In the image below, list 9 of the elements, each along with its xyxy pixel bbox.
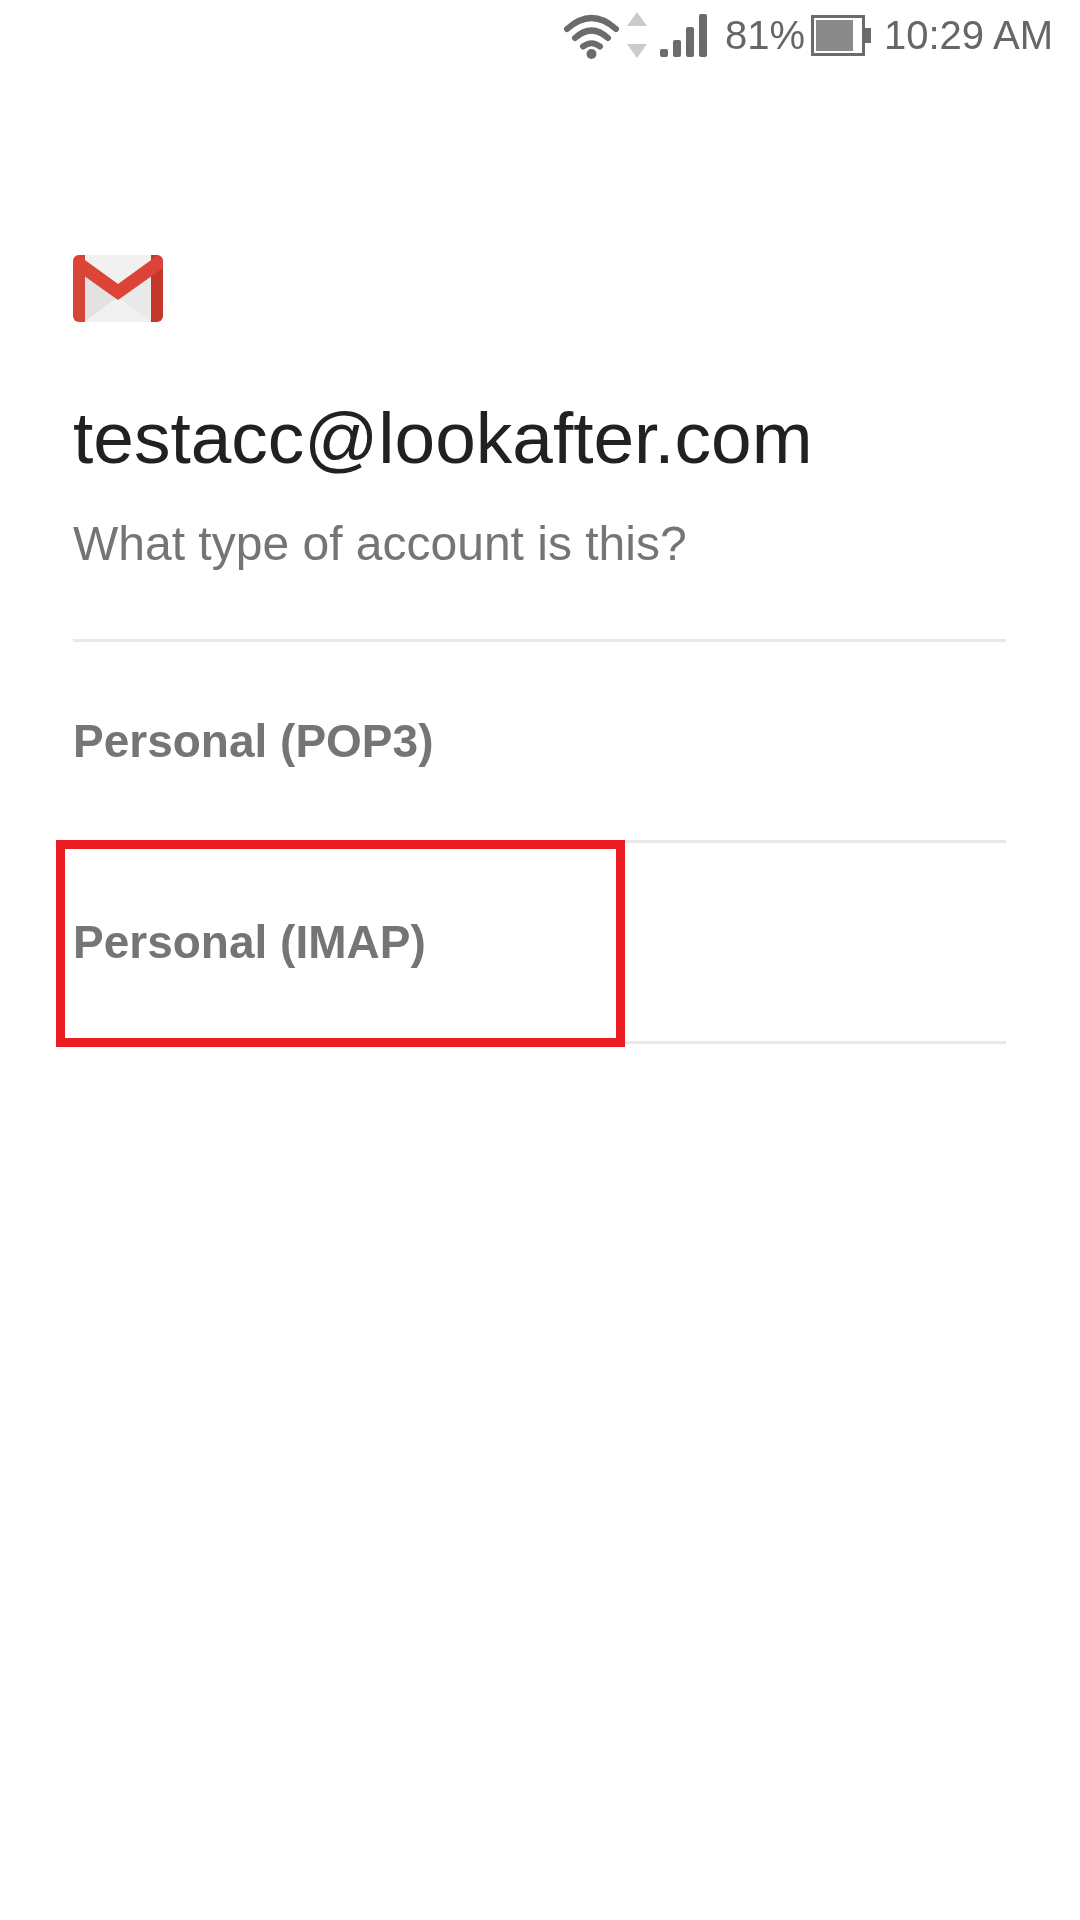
clock-time: 10:29 AM: [884, 15, 1053, 55]
account-type-question: What type of account is this?: [73, 520, 688, 568]
account-type-option[interactable]: Personal (IMAP): [73, 843, 1006, 1044]
signal-icon: [659, 13, 707, 57]
battery-percent: 81%: [724, 15, 805, 55]
account-email: testacc@lookafter.com: [73, 401, 814, 474]
account-type-option[interactable]: Personal (POP3): [73, 642, 1006, 843]
battery-icon: [811, 14, 871, 56]
data-activity-icon: [626, 12, 647, 58]
